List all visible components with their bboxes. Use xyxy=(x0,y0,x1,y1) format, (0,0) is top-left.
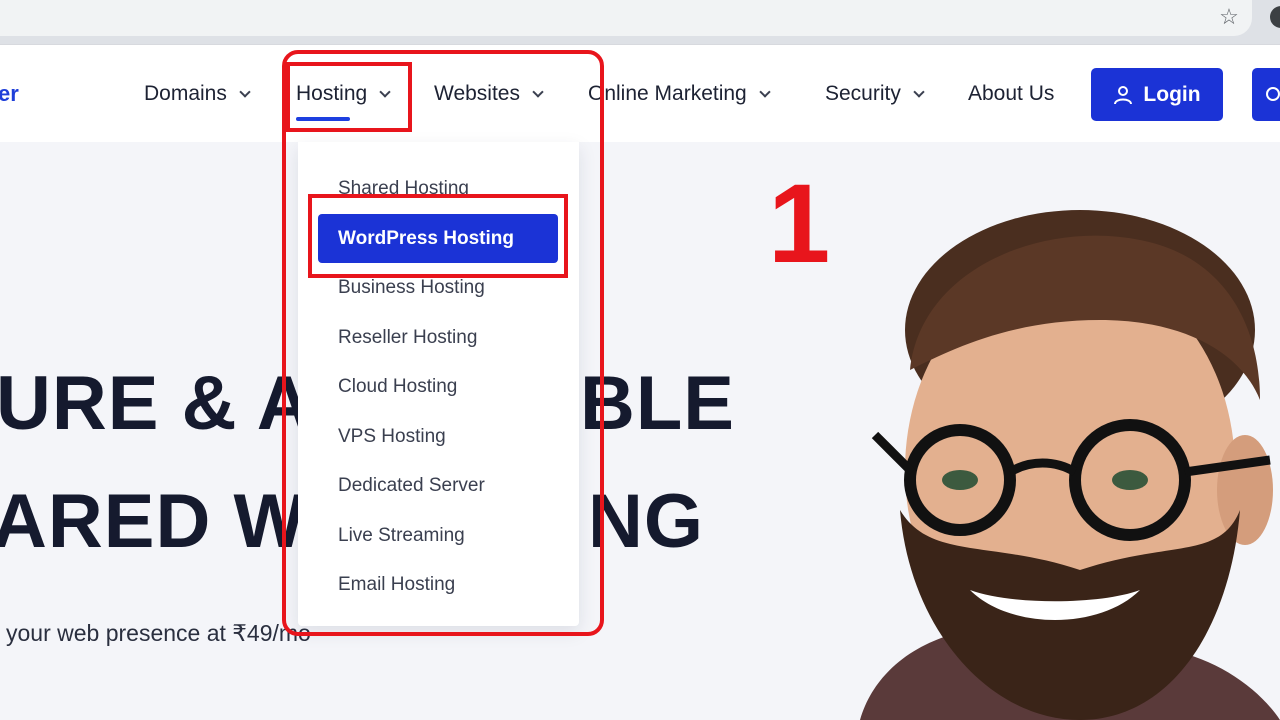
cart-icon xyxy=(1266,87,1280,101)
star-icon[interactable]: ☆ xyxy=(1216,4,1242,30)
annotation-box-hosting xyxy=(286,62,412,132)
site-header: er Domains Hosting Websites Online Marke… xyxy=(0,44,1280,142)
user-icon xyxy=(1114,85,1133,104)
cart-button[interactable] xyxy=(1252,68,1280,121)
logo[interactable]: er xyxy=(0,81,19,107)
hero-title-part: NG xyxy=(588,479,704,564)
nav-domains[interactable]: Domains xyxy=(144,79,251,109)
nav-security[interactable]: Security xyxy=(825,79,925,109)
chevron-down-icon xyxy=(913,86,925,98)
chevron-down-icon xyxy=(239,86,251,98)
browser-toolbar: ☆ xyxy=(0,0,1280,44)
nav-about-us[interactable]: About Us xyxy=(968,79,1054,109)
nav-label: Online Marketing xyxy=(588,82,747,105)
nav-label: Domains xyxy=(144,82,227,105)
hero-subtitle: your web presence at ₹49/mo xyxy=(6,620,311,646)
profile-icon[interactable] xyxy=(1270,6,1280,28)
hero-person-image xyxy=(860,210,1280,720)
login-button[interactable]: Login xyxy=(1091,68,1223,121)
nav-online-marketing[interactable]: Online Marketing xyxy=(588,79,771,109)
annotation-box-menu xyxy=(282,50,604,636)
address-bar[interactable] xyxy=(0,0,1252,36)
annotation-step-number: 1 xyxy=(768,161,831,286)
login-label: Login xyxy=(1143,82,1201,106)
nav-label: Security xyxy=(825,82,901,105)
hero-title-line-2-end: NG xyxy=(588,478,704,565)
annotation-box-wordpress xyxy=(308,194,568,278)
nav-label: About Us xyxy=(968,82,1055,105)
chevron-down-icon xyxy=(759,86,771,98)
